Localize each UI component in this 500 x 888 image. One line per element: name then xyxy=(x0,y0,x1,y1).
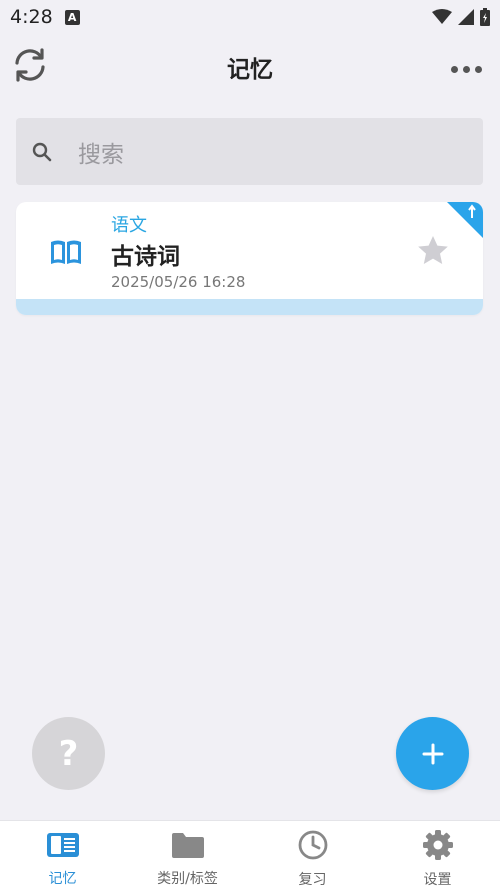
memory-card[interactable]: 语文 古诗词 2025/05/26 16:28 xyxy=(16,202,483,315)
status-right xyxy=(432,8,490,26)
card-date: 2025/05/26 16:28 xyxy=(111,273,246,291)
memory-card-icon xyxy=(45,829,81,860)
more-dot-icon xyxy=(462,65,470,73)
search-input[interactable]: 搜索 xyxy=(16,118,483,185)
pin-top-icon[interactable] xyxy=(447,202,483,238)
help-button[interactable]: ? xyxy=(32,717,105,790)
nav-label-settings: 设置 xyxy=(423,872,452,888)
signal-icon xyxy=(458,9,474,25)
search-icon xyxy=(30,140,54,164)
nav-item-review[interactable]: 复习 xyxy=(250,821,375,888)
clock-icon xyxy=(295,829,331,861)
star-icon[interactable] xyxy=(416,234,450,268)
card-category: 语文 xyxy=(111,215,147,236)
status-bar: 4:28 A xyxy=(0,0,500,34)
more-dot-icon xyxy=(474,65,482,73)
battery-icon xyxy=(480,8,490,26)
nav-label-review: 复习 xyxy=(298,872,327,888)
page-title: 记忆 xyxy=(227,57,273,83)
status-time: 4:28 xyxy=(10,6,53,28)
nav-label-category-tags: 类别/标签 xyxy=(157,871,218,887)
more-options-button[interactable] xyxy=(446,54,486,84)
notification-icon: A xyxy=(64,9,80,25)
help-label: ? xyxy=(58,733,79,774)
gear-icon xyxy=(420,829,456,861)
card-progress-bar xyxy=(16,299,483,315)
add-button[interactable] xyxy=(396,717,469,790)
nav-label-memory: 记忆 xyxy=(48,871,77,887)
bottom-nav: 记忆 类别/标签 复习 设置 xyxy=(0,820,500,888)
book-open-icon xyxy=(51,240,81,264)
app-bar: 记忆 xyxy=(0,36,500,94)
status-left: 4:28 A xyxy=(10,6,80,28)
folder-icon xyxy=(170,829,206,860)
search-placeholder: 搜索 xyxy=(78,141,124,168)
wifi-icon xyxy=(432,9,452,24)
nav-item-memory[interactable]: 记忆 xyxy=(0,821,125,888)
nav-item-category-tags[interactable]: 类别/标签 xyxy=(125,821,250,888)
plus-icon xyxy=(422,743,443,764)
nav-item-settings[interactable]: 设置 xyxy=(375,821,500,888)
card-title: 古诗词 xyxy=(111,244,180,270)
more-dot-icon xyxy=(450,65,458,73)
